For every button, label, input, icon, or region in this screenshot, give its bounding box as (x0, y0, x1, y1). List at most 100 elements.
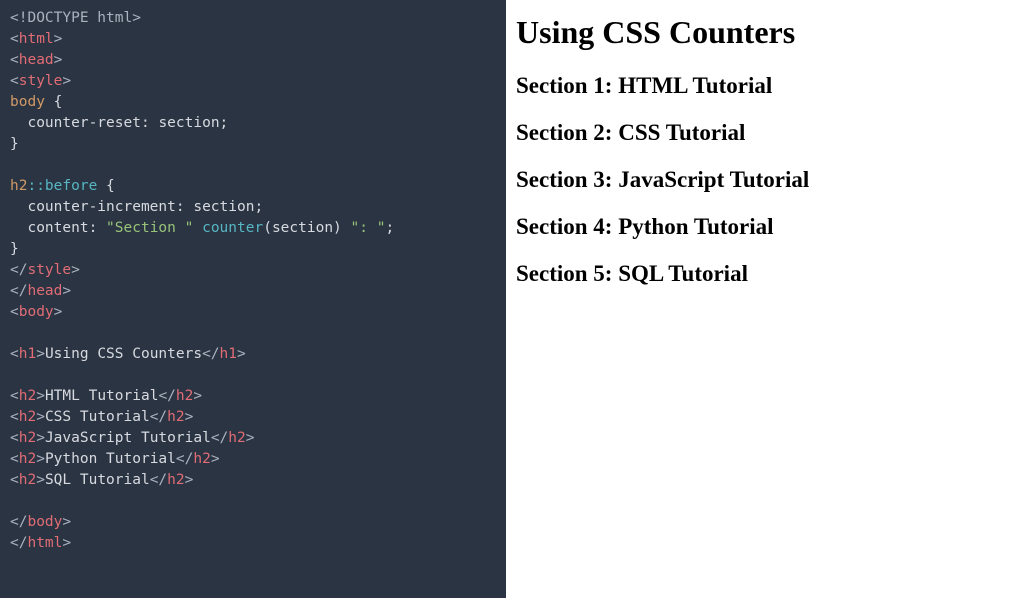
code-bracket: > (237, 346, 246, 362)
code-doctype: <!DOCTYPE html> (10, 10, 141, 26)
code-value: section (158, 115, 219, 131)
code-bracket: > (62, 283, 71, 299)
code-tag-style: style (19, 73, 63, 89)
code-brace: { (97, 178, 114, 194)
code-bracket: </ (10, 262, 27, 278)
code-bracket: < (10, 304, 19, 320)
output-section: Section 4: Python Tutorial (516, 214, 1002, 240)
code-paren: ) (333, 220, 350, 236)
code-bracket: < (10, 451, 19, 467)
code-tag-h2: h2 (19, 388, 36, 404)
code-bracket: </ (202, 346, 219, 362)
code-bracket: > (185, 472, 194, 488)
code-arg: section (272, 220, 333, 236)
code-brace: } (10, 136, 19, 152)
code-bracket: > (36, 430, 45, 446)
code-bracket: < (10, 430, 19, 446)
code-bracket: </ (10, 283, 27, 299)
code-bracket: > (36, 472, 45, 488)
code-bracket: > (36, 409, 45, 425)
code-bracket: > (54, 52, 63, 68)
code-string: "Section " (106, 220, 193, 236)
code-tag-body-close: body (27, 514, 62, 530)
code-bracket: </ (211, 430, 228, 446)
code-bracket: < (10, 409, 19, 425)
code-value: section (193, 199, 254, 215)
code-bracket: < (10, 472, 19, 488)
code-semi: ; (385, 220, 394, 236)
code-bracket: </ (150, 472, 167, 488)
code-bracket: > (62, 535, 71, 551)
code-bracket: </ (158, 388, 175, 404)
code-prop-counter-increment: counter-increment (27, 199, 175, 215)
code-bracket: > (211, 451, 220, 467)
output-section: Section 1: HTML Tutorial (516, 73, 1002, 99)
code-tag-head-close: head (27, 283, 62, 299)
code-tag-h2-close: h2 (193, 451, 210, 467)
code-editor-panel[interactable]: <!DOCTYPE html> <html> <head> <style> bo… (0, 0, 506, 598)
code-tag-h2-close: h2 (167, 409, 184, 425)
code-brace: } (10, 241, 19, 257)
code-brace: { (45, 94, 62, 110)
code-selector-body: body (10, 94, 45, 110)
code-bracket: </ (176, 451, 193, 467)
code-tag-h1: h1 (19, 346, 36, 362)
code-bracket: < (10, 388, 19, 404)
code-bracket: > (36, 451, 45, 467)
code-tag-html-close: html (27, 535, 62, 551)
output-heading: Using CSS Counters (516, 14, 1002, 51)
code-tag-body: body (19, 304, 54, 320)
code-tag-h2-close: h2 (167, 472, 184, 488)
code-bracket: > (246, 430, 255, 446)
output-section: Section 3: JavaScript Tutorial (516, 167, 1002, 193)
code-tag-head: head (19, 52, 54, 68)
output-section: Section 2: CSS Tutorial (516, 120, 1002, 146)
code-tag-html: html (19, 31, 54, 47)
code-prop-content: content (27, 220, 88, 236)
code-bracket: > (62, 73, 71, 89)
code-bracket: </ (10, 514, 27, 530)
code-pseudo-before: ::before (27, 178, 97, 194)
code-text-h2: JavaScript Tutorial (45, 430, 211, 446)
code-bracket: > (54, 31, 63, 47)
code-tag-h2: h2 (19, 472, 36, 488)
code-tag-h2-close: h2 (228, 430, 245, 446)
code-bracket: < (10, 73, 19, 89)
code-semi: ; (220, 115, 229, 131)
code-tag-style-close: style (27, 262, 71, 278)
code-prop-counter-reset: counter-reset (27, 115, 141, 131)
code-text-h2: CSS Tutorial (45, 409, 150, 425)
output-preview-panel: Using CSS Counters Section 1: HTML Tutor… (506, 0, 1012, 598)
code-semi: ; (254, 199, 263, 215)
code-tag-h2-close: h2 (176, 388, 193, 404)
code-bracket: > (185, 409, 194, 425)
code-selector-h2: h2 (10, 178, 27, 194)
code-text-h2: Python Tutorial (45, 451, 176, 467)
code-bracket: > (36, 388, 45, 404)
code-bracket: > (71, 262, 80, 278)
code-tag-h2: h2 (19, 451, 36, 467)
code-bracket: < (10, 31, 19, 47)
code-bracket: </ (150, 409, 167, 425)
code-bracket: < (10, 52, 19, 68)
code-text-h1: Using CSS Counters (45, 346, 202, 362)
output-section: Section 5: SQL Tutorial (516, 261, 1002, 287)
code-bracket: > (54, 304, 63, 320)
code-func-counter: counter (202, 220, 263, 236)
code-prop (10, 115, 27, 131)
code-prop (10, 220, 27, 236)
code-bracket: > (193, 388, 202, 404)
code-text-h2: SQL Tutorial (45, 472, 150, 488)
code-tag-h2: h2 (19, 430, 36, 446)
code-tag-h1-close: h1 (220, 346, 237, 362)
code-bracket: < (10, 346, 19, 362)
code-tag-h2: h2 (19, 409, 36, 425)
code-text-h2: HTML Tutorial (45, 388, 159, 404)
code-space (193, 220, 202, 236)
code-prop (10, 199, 27, 215)
code-colon: : (141, 115, 158, 131)
code-colon: : (89, 220, 106, 236)
code-string: ": " (351, 220, 386, 236)
code-bracket: > (36, 346, 45, 362)
code-bracket: </ (10, 535, 27, 551)
